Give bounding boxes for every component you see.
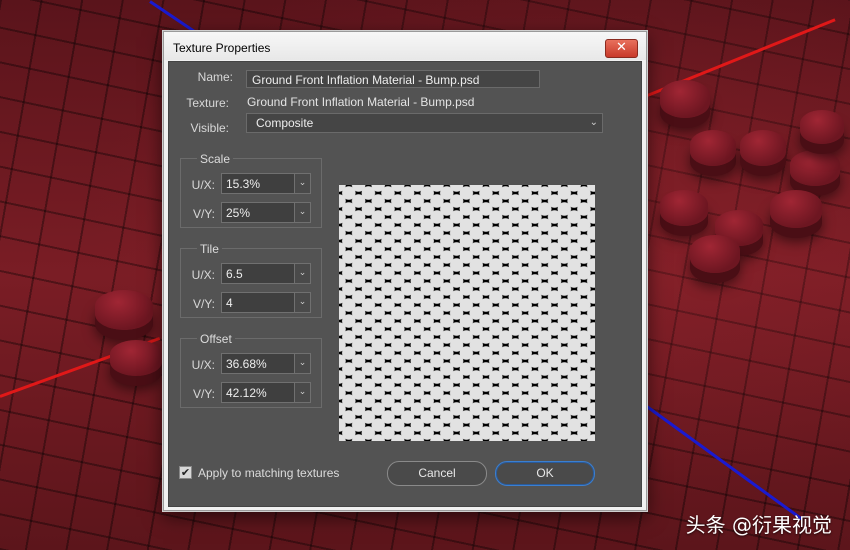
cylinder-shape — [110, 340, 162, 376]
watermark-text: 头条 @衍果视觉 — [685, 513, 832, 537]
cylinder-shape — [740, 130, 786, 166]
tile-ux-combo[interactable]: 6.5 ⌄ — [221, 263, 311, 284]
scale-vy-value: 25% — [226, 206, 251, 220]
scale-vy-label: V/Y: — [192, 207, 215, 221]
scale-group-title: Scale — [197, 152, 234, 166]
cylinder-shape — [660, 190, 708, 226]
chevron-down-icon: ⌄ — [589, 117, 598, 128]
cylinder-shape — [690, 235, 740, 273]
tile-group-title: Tile — [197, 242, 222, 256]
scale-ux-label: U/X: — [191, 178, 215, 192]
apply-checkbox[interactable]: ✔ — [179, 466, 192, 479]
scale-vy-combo[interactable]: 25% ⌄ — [221, 202, 311, 223]
cancel-button[interactable]: Cancel — [387, 461, 487, 486]
dialog-title: Texture Properties — [173, 41, 271, 55]
texture-label: Texture: — [186, 96, 229, 110]
blue-axis-line-lower — [639, 400, 803, 521]
visible-dropdown-value: Composite — [256, 116, 314, 130]
chevron-down-icon[interactable]: ⌄ — [294, 383, 310, 402]
tile-vy-combo[interactable]: 4 ⌄ — [221, 292, 311, 313]
cylinder-shape — [690, 130, 736, 166]
dialog-body: Name: Ground Front Inflation Material - … — [168, 61, 642, 507]
ok-button[interactable]: OK — [495, 461, 595, 486]
offset-group-title: Offset — [197, 332, 235, 346]
offset-ux-value: 36.68% — [226, 357, 267, 371]
chevron-down-icon[interactable]: ⌄ — [294, 264, 310, 283]
tile-ux-value: 6.5 — [226, 267, 243, 281]
cylinder-shape — [800, 110, 844, 144]
scale-ux-value: 15.3% — [226, 177, 261, 191]
tile-vy-value: 4 — [226, 296, 233, 310]
texture-preview-image — [339, 185, 595, 441]
offset-vy-label: V/Y: — [192, 387, 215, 401]
offset-ux-label: U/X: — [191, 358, 215, 372]
texture-value: Ground Front Inflation Material - Bump.p… — [247, 95, 475, 109]
tile-vy-label: V/Y: — [192, 297, 215, 311]
name-label: Name: — [197, 70, 233, 84]
chevron-down-icon[interactable]: ⌄ — [294, 174, 310, 193]
cylinder-shape — [790, 150, 840, 186]
scale-ux-combo[interactable]: 15.3% ⌄ — [221, 173, 311, 194]
chevron-down-icon[interactable]: ⌄ — [294, 354, 310, 373]
texture-properties-dialog: Texture Properties ✕ Name: Ground Front … — [163, 31, 647, 511]
dialog-titlebar[interactable]: Texture Properties ✕ — [164, 32, 646, 60]
cylinder-shape — [770, 190, 822, 228]
chevron-down-icon[interactable]: ⌄ — [294, 293, 310, 312]
offset-ux-combo[interactable]: 36.68% ⌄ — [221, 353, 311, 374]
name-input[interactable]: Ground Front Inflation Material - Bump.p… — [246, 70, 540, 88]
cylinder-shape — [660, 80, 710, 118]
close-icon[interactable]: ✕ — [605, 39, 638, 58]
apply-label: Apply to matching textures — [198, 466, 340, 480]
offset-vy-combo[interactable]: 42.12% ⌄ — [221, 382, 311, 403]
tile-ux-label: U/X: — [191, 268, 215, 282]
chevron-down-icon[interactable]: ⌄ — [294, 203, 310, 222]
offset-vy-value: 42.12% — [226, 386, 267, 400]
visible-label: Visible: — [190, 121, 229, 135]
visible-dropdown[interactable]: Composite ⌄ — [246, 113, 603, 133]
cylinder-shape — [95, 290, 153, 330]
